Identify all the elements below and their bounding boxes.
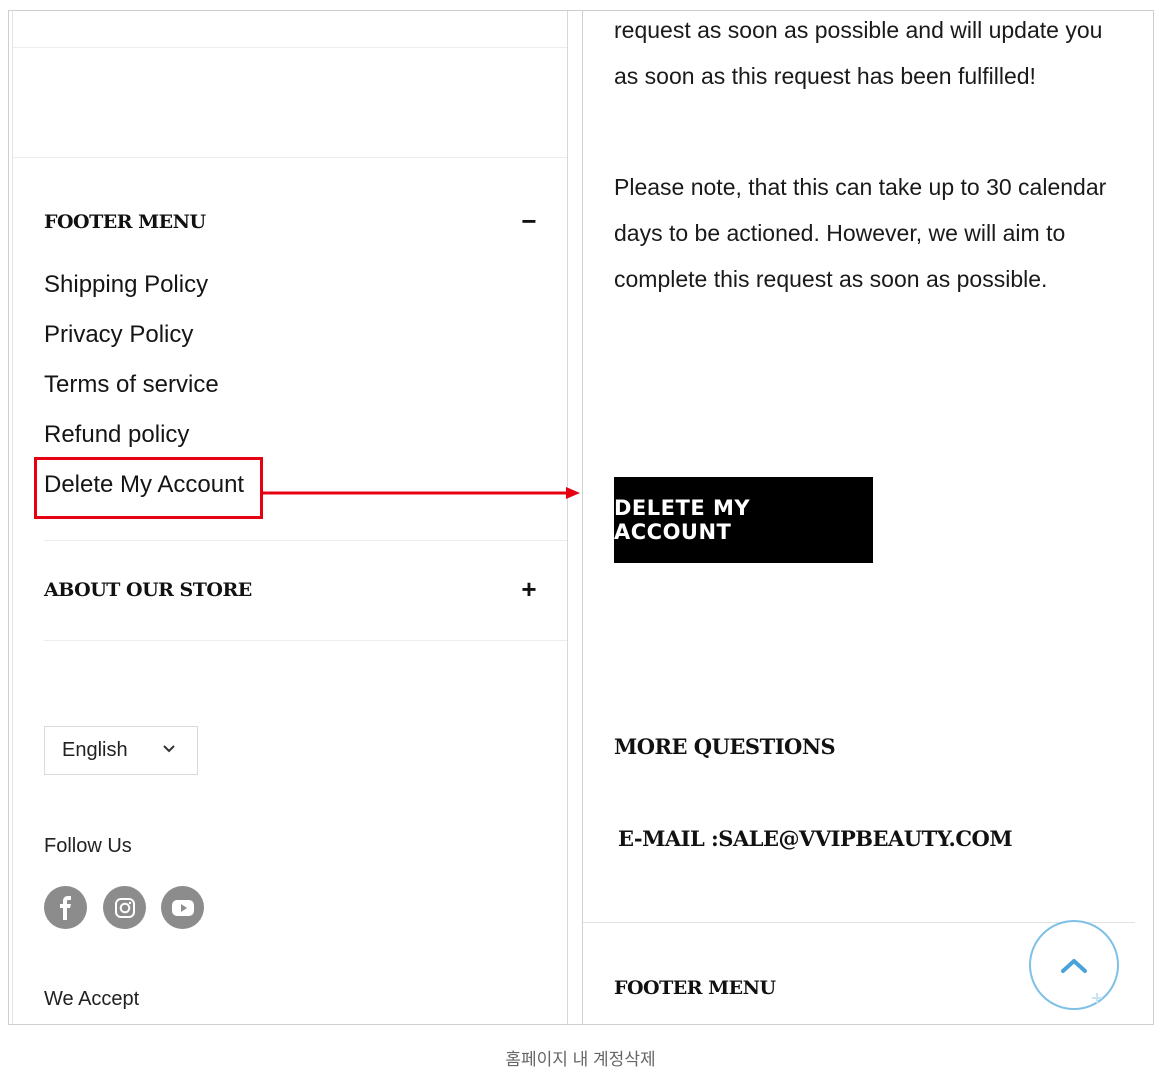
youtube-icon[interactable] <box>161 886 204 929</box>
divider <box>13 47 567 48</box>
footer-menu-title-right[interactable]: FOOTER MENU <box>614 977 776 999</box>
instagram-icon[interactable] <box>103 886 146 929</box>
divider <box>44 540 567 541</box>
about-our-store-title[interactable]: ABOUT OUR STORE <box>44 579 252 601</box>
timeline-note-paragraph: Please note, that this can take up to 30… <box>614 174 1107 292</box>
footer-menu-title[interactable]: FOOTER MENU <box>44 211 206 233</box>
chevron-down-icon <box>163 745 175 753</box>
we-accept-label: We Accept <box>44 988 140 1010</box>
highlight-box <box>34 457 263 519</box>
chevron-up-icon <box>1061 959 1102 1003</box>
footer-link-refund-policy[interactable]: Refund policy <box>44 421 189 449</box>
follow-us-label: Follow Us <box>44 835 132 857</box>
left-border <box>12 11 13 1024</box>
footer-link-shipping-policy[interactable]: Shipping Policy <box>44 271 208 299</box>
about-store-expand-toggle[interactable]: + <box>518 574 540 605</box>
more-questions-heading: MORE QUESTIONS <box>614 734 836 759</box>
scroll-to-top-button[interactable] <box>1029 920 1119 1010</box>
footer-menu-collapse-toggle[interactable]: − <box>518 206 540 237</box>
language-select[interactable]: English <box>44 726 198 775</box>
footer-link-privacy-policy[interactable]: Privacy Policy <box>44 321 193 349</box>
divider <box>44 640 567 641</box>
language-selected-value: English <box>62 739 128 761</box>
email-contact[interactable]: E-MAIL :SALE@VVIPBEAUTY.COM <box>618 826 1013 851</box>
screenshot-frame: FOOTER MENU − Shipping Policy Privacy Po… <box>8 10 1154 1025</box>
right-content-panel: request as soon as possible and will upd… <box>582 11 1153 1024</box>
confirmation-paragraph: request as soon as possible and will upd… <box>614 17 1103 89</box>
footer-link-terms-of-service[interactable]: Terms of service <box>44 371 219 399</box>
left-footer-panel: FOOTER MENU − Shipping Policy Privacy Po… <box>9 11 568 1024</box>
divider <box>13 157 567 158</box>
delete-my-account-button[interactable]: DELETE MY ACCOUNT <box>614 477 873 563</box>
facebook-icon[interactable] <box>44 886 87 929</box>
image-caption: 홈페이지 내 계정삭제 <box>505 1050 656 1069</box>
